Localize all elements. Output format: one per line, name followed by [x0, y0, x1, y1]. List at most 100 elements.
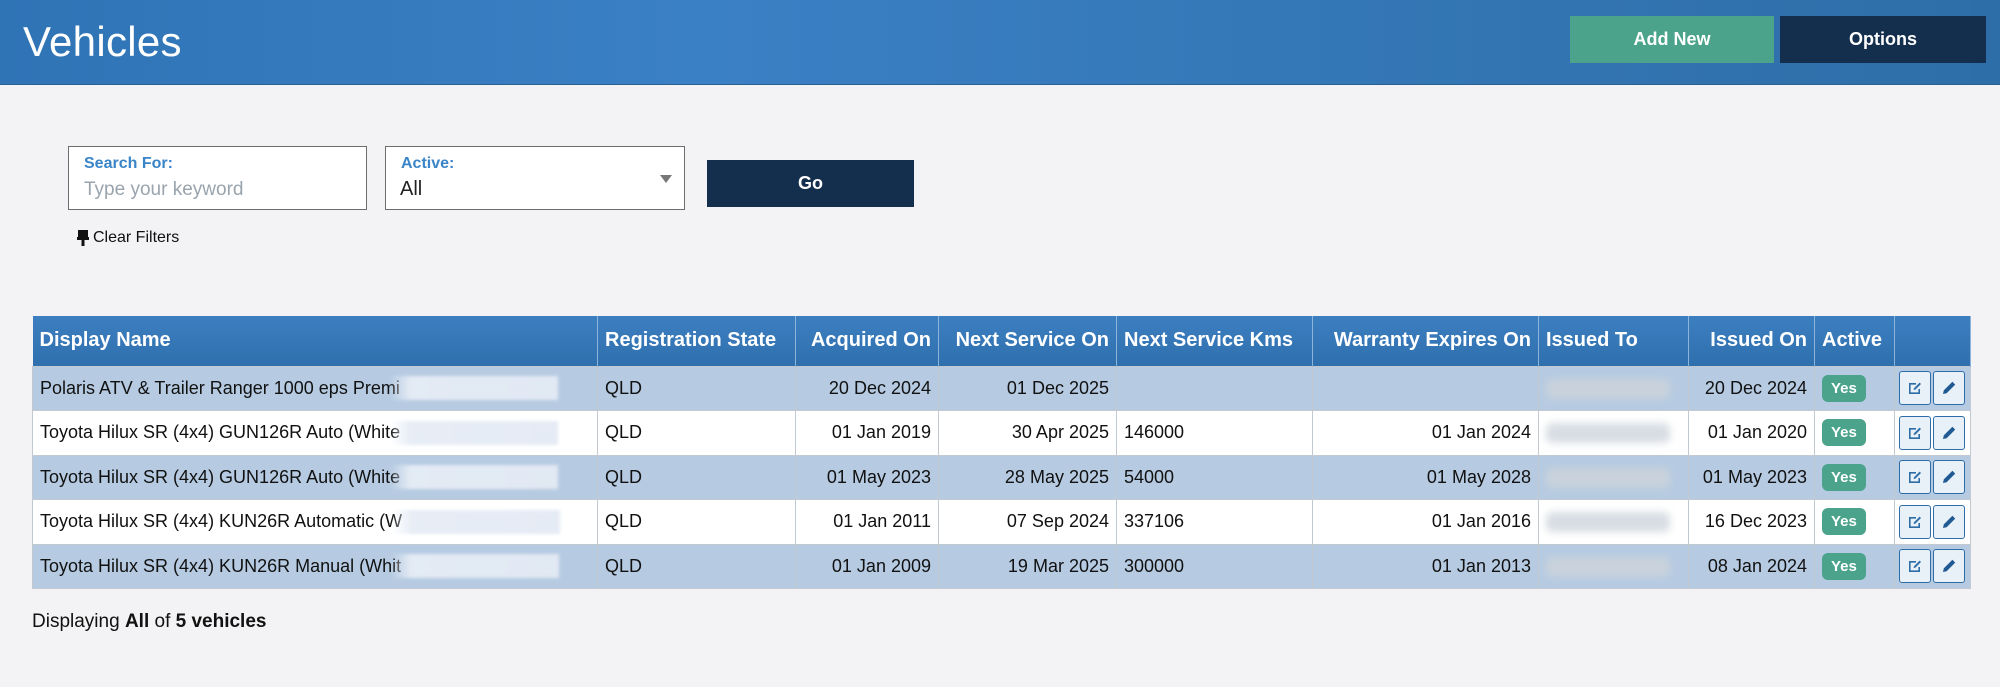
table-row[interactable]: Polaris ATV & Trailer Ranger 1000 eps Pr…: [32, 365, 1971, 411]
cell-warranty: [1312, 365, 1539, 411]
display-name-text: Toyota Hilux SR (4x4) KUN26R Manual (Whi…: [40, 555, 402, 576]
cell-kms: 300000: [1116, 543, 1313, 589]
cell-issued-to: [1538, 499, 1689, 545]
table-row[interactable]: Toyota Hilux SR (4x4) GUN126R Auto (Whit…: [32, 454, 1971, 500]
col-actions: [1894, 316, 1971, 366]
clear-filters-label: Clear Filters: [93, 229, 180, 246]
redacted-text: [392, 509, 561, 534]
cell-issued-to: [1538, 365, 1689, 411]
clear-filters-link[interactable]: Clear Filters: [77, 229, 179, 247]
col-next-service-kms[interactable]: Next Service Kms: [1116, 316, 1313, 366]
active-badge: Yes: [1822, 508, 1866, 536]
edit-button[interactable]: [1899, 504, 1931, 539]
cell-acquired: 20 Dec 2024: [795, 365, 939, 411]
options-button[interactable]: Options: [1780, 16, 1986, 63]
redacted-person: [1546, 378, 1670, 399]
page-title: Vehicles: [23, 18, 182, 65]
cell-warranty: 01 Jan 2013: [1312, 543, 1539, 589]
cell-display-name: Toyota Hilux SR (4x4) KUN26R Manual (Whi…: [32, 543, 598, 589]
cell-issued-to: [1538, 454, 1689, 500]
edit-button[interactable]: [1899, 415, 1931, 450]
edit-square-icon: [1909, 516, 1921, 528]
cell-acquired: 01 Jan 2011: [795, 499, 939, 545]
col-registration-state[interactable]: Registration State: [597, 316, 796, 366]
cell-warranty: 01 May 2028: [1312, 454, 1539, 500]
cell-next-service: 28 May 2025: [938, 454, 1117, 500]
quick-edit-button[interactable]: [1933, 415, 1965, 450]
active-badge: Yes: [1822, 552, 1866, 580]
col-acquired-on[interactable]: Acquired On: [795, 316, 939, 366]
broom-icon: [77, 230, 89, 246]
quick-edit-button[interactable]: [1933, 549, 1965, 584]
quick-edit-button[interactable]: [1933, 371, 1965, 406]
summary-scope: All: [124, 611, 150, 632]
table-row[interactable]: Toyota Hilux SR (4x4) KUN26R Automatic (…: [32, 499, 1971, 545]
pencil-icon: [1943, 382, 1956, 395]
cell-state: QLD: [597, 499, 796, 545]
edit-square-icon: [1909, 471, 1921, 484]
quick-edit-button[interactable]: [1933, 504, 1965, 539]
go-button[interactable]: Go: [707, 160, 914, 207]
cell-kms: [1116, 365, 1313, 411]
col-display-name[interactable]: Display Name: [32, 316, 598, 366]
search-label: Search For:: [84, 155, 173, 172]
search-input[interactable]: [84, 177, 354, 203]
pencil-icon: [1943, 426, 1956, 439]
redacted-text: [390, 465, 559, 490]
active-label: Active:: [401, 155, 455, 172]
add-new-button[interactable]: Add New: [1570, 16, 1774, 63]
redacted-text: [389, 376, 558, 401]
cell-actions: [1894, 365, 1971, 411]
summary-prefix: Displaying: [32, 611, 125, 632]
cell-actions: [1894, 410, 1971, 456]
cell-active: Yes: [1814, 454, 1895, 500]
edit-square-icon: [1909, 427, 1921, 439]
cell-warranty: 01 Jan 2016: [1312, 499, 1539, 545]
cell-next-service: 19 Mar 2025: [938, 543, 1117, 589]
cell-actions: [1894, 499, 1971, 545]
display-name-text: Toyota Hilux SR (4x4) KUN26R Automatic (…: [40, 511, 403, 532]
table-header-row: Display Name Registration State Acquired…: [32, 316, 1971, 366]
summary-middle: of: [149, 611, 176, 632]
cell-display-name: Toyota Hilux SR (4x4) GUN126R Auto (Whit…: [32, 454, 598, 500]
cell-next-service: 30 Apr 2025: [938, 410, 1117, 456]
active-select[interactable]: Active: All: [385, 146, 685, 210]
cell-display-name: Polaris ATV & Trailer Ranger 1000 eps Pr…: [32, 365, 598, 411]
vehicles-table: Display Name Registration State Acquired…: [32, 316, 1971, 589]
redacted-text: [391, 554, 560, 579]
cell-acquired: 01 May 2023: [795, 454, 939, 500]
edit-button[interactable]: [1899, 460, 1931, 495]
search-filter[interactable]: Search For:: [68, 146, 367, 210]
edit-button[interactable]: [1899, 549, 1931, 584]
table-row[interactable]: Toyota Hilux SR (4x4) KUN26R Manual (Whi…: [32, 543, 1971, 589]
cell-issued-on: 16 Dec 2023: [1688, 499, 1815, 545]
cell-issued-to: [1538, 543, 1689, 589]
quick-edit-button[interactable]: [1933, 460, 1965, 495]
cell-active: Yes: [1814, 365, 1895, 411]
display-name-text: Toyota Hilux SR (4x4) GUN126R Auto (Whit…: [40, 466, 401, 487]
col-next-service-on[interactable]: Next Service On: [938, 316, 1117, 366]
cell-display-name: Toyota Hilux SR (4x4) GUN126R Auto (Whit…: [32, 410, 598, 456]
cell-active: Yes: [1814, 499, 1895, 545]
col-issued-on[interactable]: Issued On: [1688, 316, 1815, 366]
cell-next-service: 01 Dec 2025: [938, 365, 1117, 411]
cell-kms: 146000: [1116, 410, 1313, 456]
col-warranty-expires-on[interactable]: Warranty Expires On: [1312, 316, 1539, 366]
col-issued-to[interactable]: Issued To: [1538, 316, 1689, 366]
table-row[interactable]: Toyota Hilux SR (4x4) GUN126R Auto (Whit…: [32, 410, 1971, 456]
active-badge: Yes: [1822, 463, 1866, 491]
redacted-person: [1546, 556, 1670, 577]
redacted-person: [1546, 512, 1670, 533]
summary-count: 5 vehicles: [175, 611, 267, 632]
col-active[interactable]: Active: [1814, 316, 1895, 366]
caret-down-icon: [660, 175, 672, 183]
pencil-icon: [1943, 471, 1956, 484]
cell-state: QLD: [597, 543, 796, 589]
cell-active: Yes: [1814, 410, 1895, 456]
cell-state: QLD: [597, 454, 796, 500]
edit-square-icon: [1909, 560, 1921, 573]
cell-active: Yes: [1814, 543, 1895, 589]
cell-issued-on: 08 Jan 2024: [1688, 543, 1815, 589]
edit-button[interactable]: [1899, 371, 1931, 406]
cell-issued-on: 01 Jan 2020: [1688, 410, 1815, 456]
